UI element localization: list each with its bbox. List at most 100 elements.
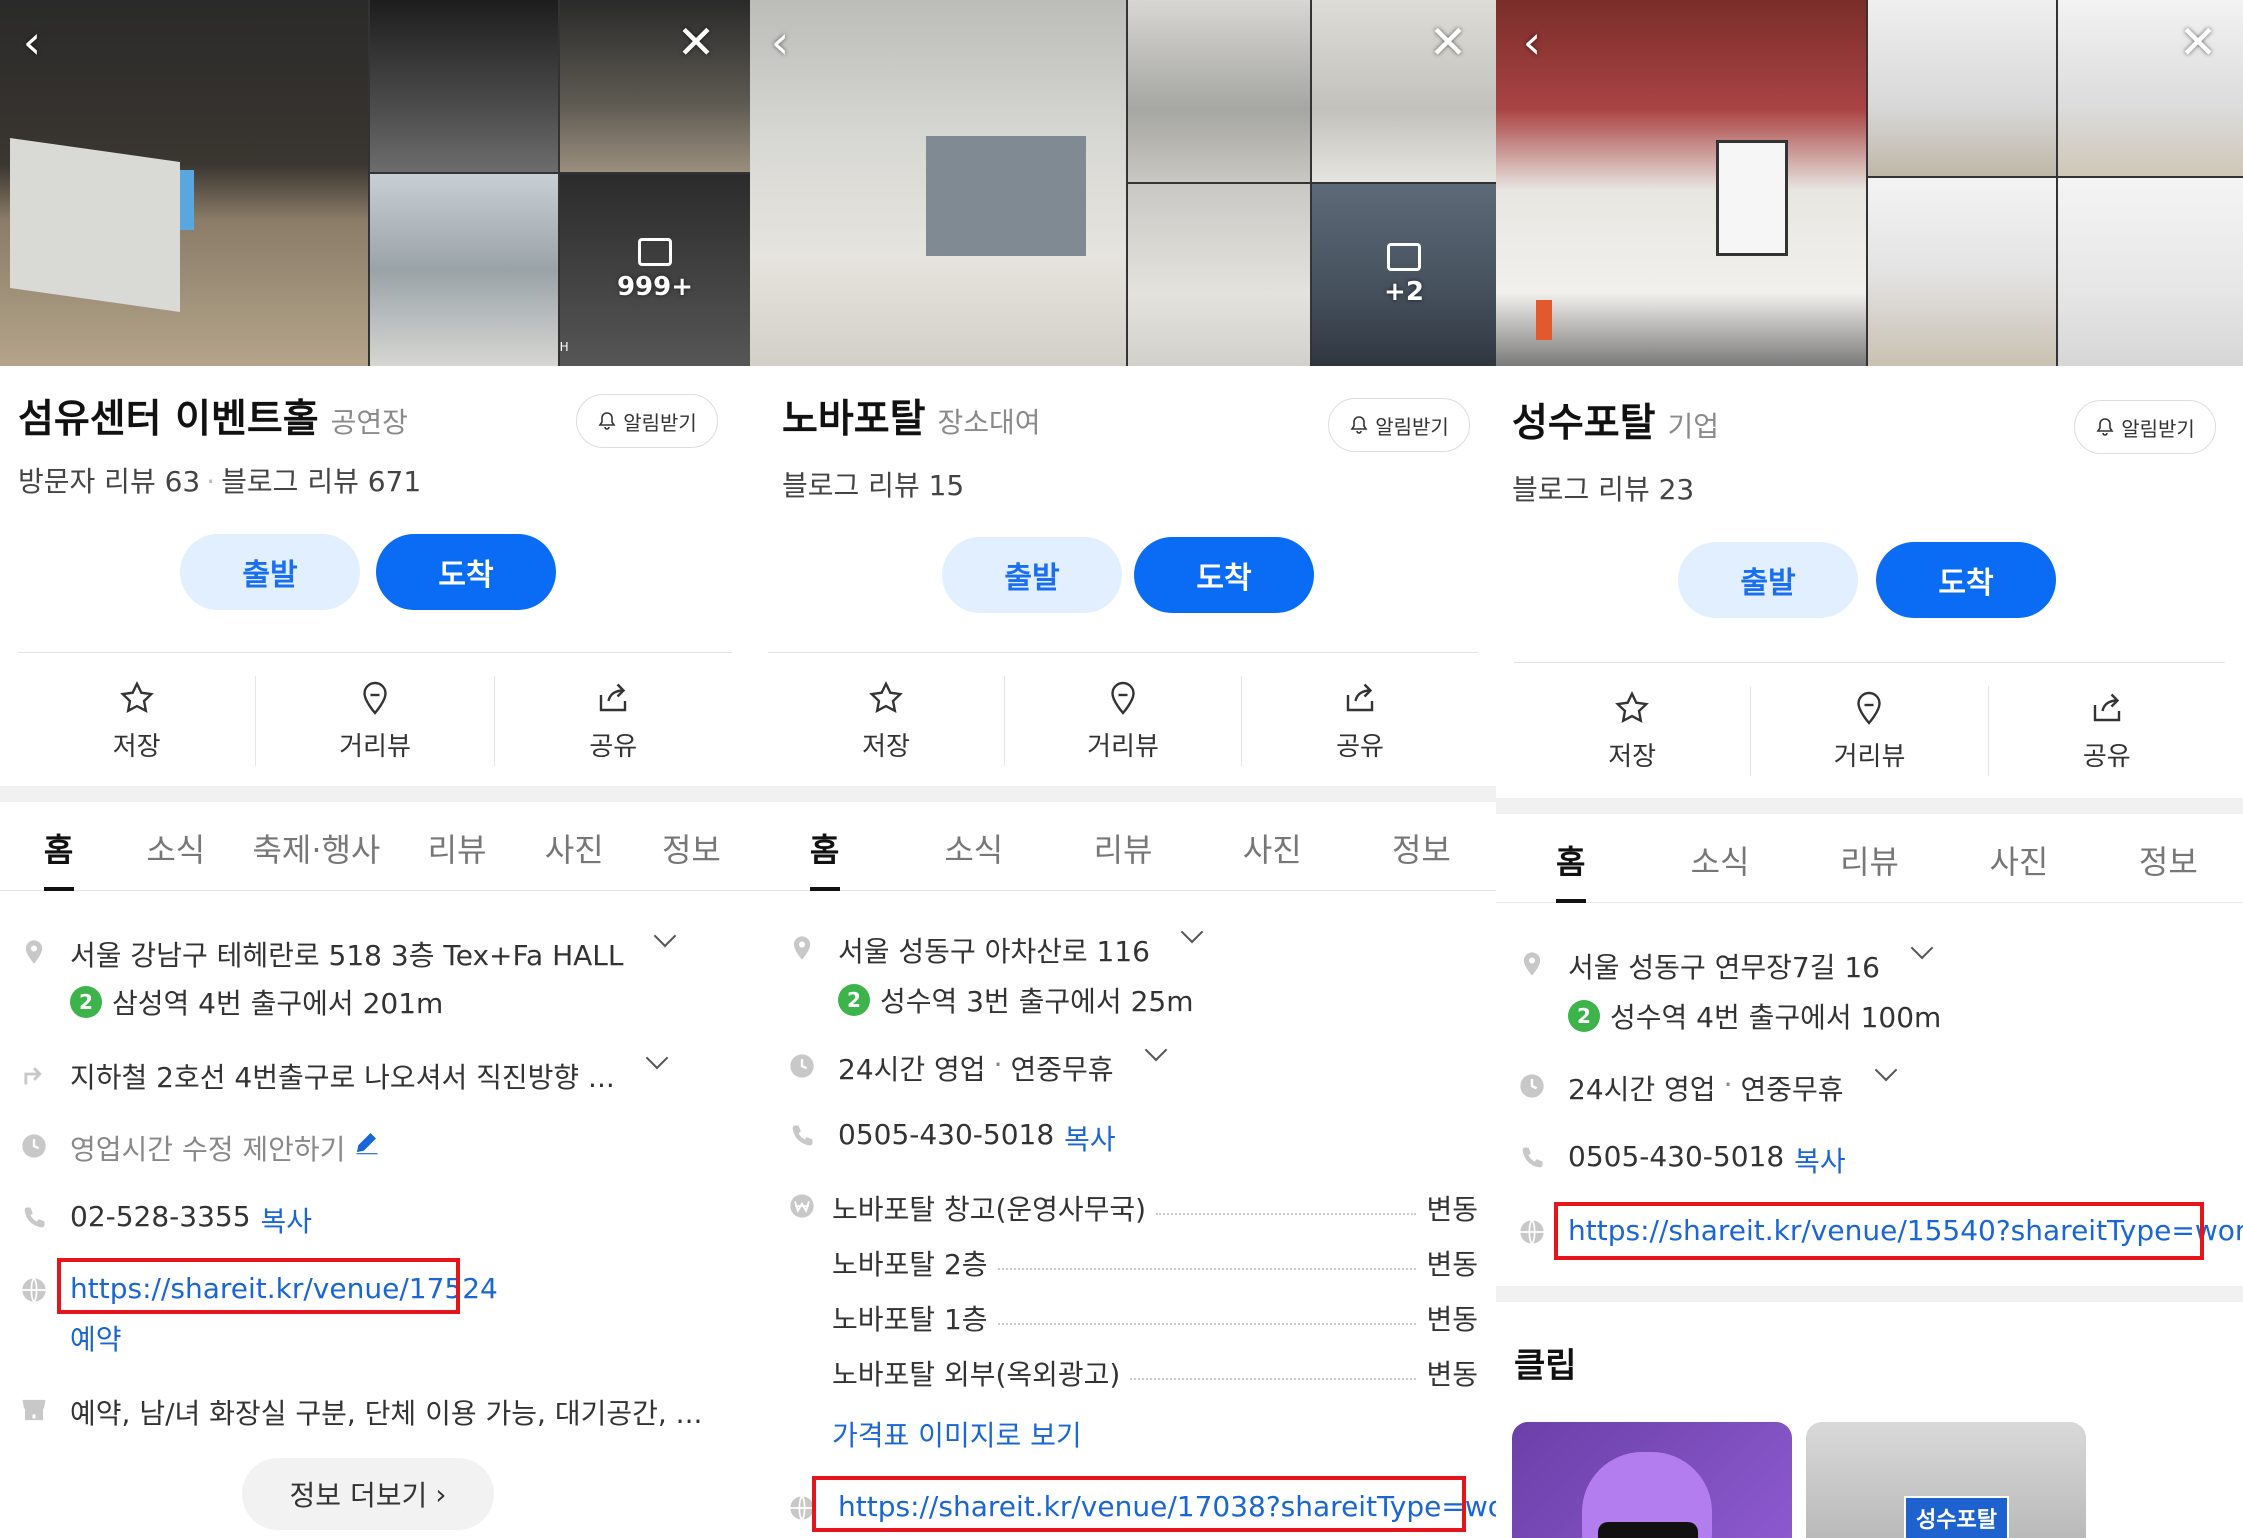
photo-thumb[interactable]	[1128, 184, 1310, 366]
photo-count: +2	[1384, 277, 1424, 307]
departure-button[interactable]: 출발	[180, 534, 360, 610]
photo-thumb[interactable]	[1868, 0, 2056, 176]
photo-thumb[interactable]	[1128, 0, 1310, 182]
tab-info[interactable]: 정보	[1347, 806, 1496, 890]
globe-icon	[1516, 1216, 1548, 1248]
chevron-down-icon[interactable]	[1910, 936, 1934, 960]
place-category: 공연장	[330, 406, 408, 439]
alert-button[interactable]: 알림받기	[2074, 400, 2216, 454]
arrival-button[interactable]: 도착	[1876, 542, 2056, 618]
save-button[interactable]: 저장	[18, 676, 257, 766]
departure-button[interactable]: 출발	[942, 537, 1122, 613]
tab-news[interactable]: 소식	[117, 806, 234, 890]
address-row[interactable]: 서울 성동구 연무장7길 16	[1516, 936, 2225, 986]
tab-reviews[interactable]: 리뷰	[1795, 818, 1944, 902]
close-icon[interactable]: ✕	[674, 19, 718, 66]
place-category: 기업	[1667, 410, 1720, 443]
chevron-down-icon[interactable]	[645, 1046, 669, 1070]
place-name: 성수포탈	[1512, 401, 1656, 446]
blog-reviews-link[interactable]: 블로그 리뷰 671	[221, 465, 421, 498]
photo-gallery[interactable]: +2 SH ‹ ✕	[750, 0, 1496, 366]
address-row[interactable]: 서울 강남구 테헤란로 518 3층 Tex+Fa HALL	[18, 924, 732, 974]
hours-row[interactable]: 24시간 영업 · 연중무휴	[786, 1038, 1478, 1088]
visitor-reviews-link[interactable]: 방문자 리뷰 63	[18, 465, 200, 498]
address-text: 서울 성동구 연무장7길 16	[1568, 951, 1880, 984]
place-panel-3: SH ‹ ✕ 성수포탈 기업 알림받기 블로그 리뷰 23 출발 도착 저장 거…	[1496, 0, 2243, 1538]
copy-phone-button[interactable]: 복사	[1794, 1140, 1846, 1180]
share-button[interactable]: 공유	[1989, 686, 2225, 776]
photo-gallery[interactable]: 999+ SH ‹ ✕	[0, 0, 750, 366]
photo-thumb[interactable]	[560, 0, 750, 172]
streetview-button[interactable]: 거리뷰	[256, 676, 495, 766]
photo-more[interactable]: +2 SH	[1312, 184, 1496, 366]
reservation-link[interactable]: 예약	[70, 1318, 122, 1358]
subway-info: 2 삼성역 4번 출구에서 201m	[70, 982, 443, 1022]
more-info-button[interactable]: 정보 더보기 ›	[242, 1458, 494, 1530]
address-row[interactable]: 서울 성동구 아차산로 116	[786, 920, 1478, 970]
hours-row[interactable]: 24시간 영업 · 연중무휴	[1516, 1058, 2225, 1108]
photo-watermark: SH	[1312, 340, 1313, 354]
close-icon[interactable]: ✕	[2176, 19, 2220, 66]
directions-row[interactable]: 지하철 2호선 4번출구로 나오셔서 직진방향 ...	[18, 1046, 732, 1096]
photo-thumb[interactable]: SH	[2058, 178, 2243, 366]
tab-news[interactable]: 소식	[899, 806, 1048, 890]
amenities-row[interactable]: 예약, 남/녀 화장실 구분, 단체 이용 가능, 대기공간, ...	[18, 1392, 732, 1432]
arrival-button[interactable]: 도착	[376, 534, 556, 610]
photo-more[interactable]: 999+ SH	[560, 174, 750, 366]
hours-row[interactable]: 영업시간 수정 제안하기	[18, 1128, 732, 1168]
blog-reviews-link[interactable]: 블로그 리뷰 23	[1512, 473, 1694, 506]
price-image-link[interactable]: 가격표 이미지로 보기	[832, 1414, 1082, 1454]
directions-text: 지하철 2호선 4번출구로 나오셔서 직진방향 ...	[70, 1061, 615, 1094]
share-button[interactable]: 공유	[1242, 676, 1478, 766]
shop-icon	[18, 1394, 50, 1426]
tab-photos[interactable]: 사진	[1944, 818, 2093, 902]
action-bar: 저장 거리뷰 공유	[1514, 686, 2225, 776]
alert-button[interactable]: 알림받기	[576, 394, 718, 448]
action-bar: 저장 거리뷰 공유	[768, 676, 1478, 766]
price-item-value: 변동	[1426, 1248, 1478, 1281]
tab-photos[interactable]: 사진	[516, 806, 633, 890]
photo-thumb[interactable]	[370, 174, 558, 366]
chevron-down-icon[interactable]	[1874, 1058, 1897, 1082]
alert-button[interactable]: 알림받기	[1328, 398, 1470, 452]
back-arrow-icon[interactable]: ‹	[1510, 19, 1554, 66]
close-icon[interactable]: ✕	[1426, 19, 1470, 66]
tab-home[interactable]: 홈	[750, 806, 899, 890]
clip-thumb[interactable]	[1512, 1422, 1792, 1538]
chevron-down-icon[interactable]	[1144, 1038, 1167, 1062]
tab-home[interactable]: 홈	[0, 806, 117, 890]
streetview-button[interactable]: 거리뷰	[1751, 686, 1989, 776]
share-button[interactable]: 공유	[495, 676, 732, 766]
tab-home[interactable]: 홈	[1496, 818, 1645, 902]
phone-number: 0505-430-5018	[838, 1118, 1055, 1151]
main-photo[interactable]	[0, 0, 368, 366]
tab-events[interactable]: 축제·행사	[234, 806, 398, 890]
back-arrow-icon[interactable]: ‹	[758, 19, 802, 66]
chevron-down-icon[interactable]	[654, 924, 677, 948]
main-photo[interactable]	[750, 0, 1126, 366]
edit-pencil-icon	[356, 1133, 378, 1155]
photo-thumb[interactable]	[370, 0, 558, 172]
photo-thumb[interactable]	[1868, 178, 2056, 366]
tab-news[interactable]: 소식	[1645, 818, 1794, 902]
tab-photos[interactable]: 사진	[1198, 806, 1347, 890]
back-arrow-icon[interactable]: ‹	[10, 19, 54, 66]
copy-phone-button[interactable]: 복사	[1064, 1118, 1116, 1158]
clip-thumb[interactable]: 성수포탈	[1806, 1422, 2086, 1538]
chevron-down-icon[interactable]	[1180, 920, 1204, 944]
save-button[interactable]: 저장	[768, 676, 1005, 766]
tab-reviews[interactable]: 리뷰	[398, 806, 515, 890]
blog-reviews-link[interactable]: 블로그 리뷰 15	[782, 469, 964, 502]
departure-button[interactable]: 출발	[1678, 542, 1858, 618]
photo-gallery[interactable]: SH ‹ ✕	[1496, 0, 2243, 366]
alert-label: 알림받기	[1375, 414, 1449, 439]
copy-phone-button[interactable]: 복사	[261, 1200, 313, 1240]
tab-reviews[interactable]: 리뷰	[1048, 806, 1197, 890]
action-bar: 저장 거리뷰 공유	[18, 676, 732, 766]
tab-info[interactable]: 정보	[2094, 818, 2243, 902]
arrival-button[interactable]: 도착	[1134, 537, 1314, 613]
tab-info[interactable]: 정보	[633, 806, 750, 890]
streetview-button[interactable]: 거리뷰	[1005, 676, 1242, 766]
save-button[interactable]: 저장	[1514, 686, 1752, 776]
subway-text: 성수역 4번 출구에서 100m	[1610, 1001, 1942, 1034]
